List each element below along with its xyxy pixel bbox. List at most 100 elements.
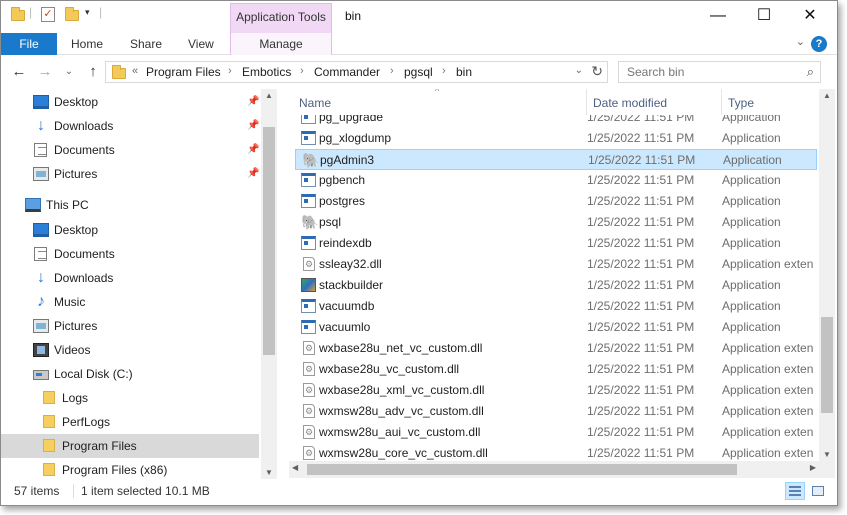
scroll-right-icon[interactable]: ▶ bbox=[810, 463, 816, 472]
file-date-modified: 1/25/2022 11:51 PM bbox=[587, 320, 695, 334]
sidebar-item-logs[interactable]: Logs bbox=[1, 386, 259, 410]
file-row[interactable]: pg_upgrade 1/25/2022 11:51 PM Application bbox=[295, 115, 817, 128]
file-row[interactable]: reindexdb 1/25/2022 11:51 PM Application bbox=[295, 233, 817, 254]
pictures-icon bbox=[33, 167, 49, 181]
column-type-header[interactable]: Type bbox=[728, 96, 754, 110]
file-row[interactable]: 🐘 psql 1/25/2022 11:51 PM Application bbox=[295, 212, 817, 233]
application-icon bbox=[301, 173, 316, 187]
minimize-button[interactable]: — bbox=[695, 1, 741, 31]
sidebar-item-quick-pictures[interactable]: Pictures 📌 bbox=[1, 162, 259, 186]
file-row[interactable]: wxmsw28u_adv_vc_custom.dll 1/25/2022 11:5… bbox=[295, 401, 817, 422]
file-type: Application exten bbox=[722, 341, 814, 355]
breadcrumb-separator-icon[interactable]: › bbox=[228, 65, 232, 77]
tab-share[interactable]: Share bbox=[130, 33, 162, 55]
file-row[interactable]: pg_xlogdump 1/25/2022 11:51 PM Application bbox=[295, 128, 817, 149]
scroll-down-icon[interactable]: ▼ bbox=[819, 450, 835, 459]
sidebar-item-quick-documents[interactable]: Documents 📌 bbox=[1, 138, 259, 162]
sidebar-item-videos[interactable]: Videos bbox=[1, 338, 259, 362]
folder-icon bbox=[43, 463, 55, 476]
title-bar: | ✓ ▾ | Application Tools bin — ☐ ✕ bbox=[1, 1, 837, 33]
file-type: Application bbox=[723, 153, 782, 167]
dll-file-icon bbox=[303, 362, 315, 376]
sidebar-item-music[interactable]: ♪ Music bbox=[1, 290, 259, 314]
sidebar-item-local-disk[interactable]: Local Disk (C:) bbox=[1, 362, 259, 386]
breadcrumb-program-files[interactable]: Program Files bbox=[146, 65, 221, 79]
breadcrumb-separator-icon[interactable]: › bbox=[390, 65, 394, 77]
sidebar-item-documents[interactable]: Documents bbox=[1, 242, 259, 266]
sidebar-item-quick-downloads[interactable]: ↓ Downloads 📌 bbox=[1, 114, 259, 138]
search-input[interactable]: Search bin ⌕ bbox=[618, 61, 821, 83]
column-name-header[interactable]: Name bbox=[299, 96, 331, 110]
scrollbar-thumb[interactable] bbox=[307, 464, 737, 475]
sidebar-item-label: Logs bbox=[62, 391, 89, 405]
sidebar-item-perflogs[interactable]: PerfLogs bbox=[1, 410, 259, 434]
maximize-button[interactable]: ☐ bbox=[741, 1, 787, 31]
column-divider[interactable] bbox=[721, 89, 722, 115]
tab-manage[interactable]: Manage bbox=[230, 33, 332, 55]
breadcrumb-commander[interactable]: Commander bbox=[314, 65, 380, 79]
breadcrumb-separator-icon[interactable]: › bbox=[300, 65, 304, 77]
sidebar-item-program-files-x86[interactable]: Program Files (x86) bbox=[1, 458, 259, 479]
details-view-button[interactable] bbox=[785, 482, 805, 500]
folder-icon[interactable] bbox=[11, 7, 27, 23]
scroll-down-icon[interactable]: ▼ bbox=[261, 468, 277, 477]
back-button[interactable]: ← bbox=[9, 63, 29, 81]
file-name: wxbase28u_vc_custom.dll bbox=[319, 362, 460, 376]
breadcrumb-embotics[interactable]: Embotics bbox=[242, 65, 291, 79]
scroll-up-icon[interactable]: ▲ bbox=[819, 91, 835, 100]
sidebar-item-label: Desktop bbox=[54, 223, 99, 237]
file-row[interactable]: stackbuilder 1/25/2022 11:51 PM Applicatio… bbox=[295, 275, 817, 296]
sidebar-item-downloads[interactable]: ↓ Downloads bbox=[1, 266, 259, 290]
properties-icon[interactable]: ✓ bbox=[41, 7, 55, 22]
file-row[interactable]: postgres 1/25/2022 11:51 PM Application bbox=[295, 191, 817, 212]
dll-file-icon bbox=[303, 257, 315, 271]
sort-ascending-icon: ^ bbox=[435, 89, 440, 96]
horizontal-scrollbar[interactable]: ◀ ▶ bbox=[289, 461, 819, 478]
scroll-up-icon[interactable]: ▲ bbox=[261, 91, 277, 100]
sidebar-item-this-pc[interactable]: This PC bbox=[1, 193, 259, 217]
file-list-scrollbar[interactable]: ▲ ▼ bbox=[819, 89, 835, 461]
close-button[interactable]: ✕ bbox=[787, 1, 833, 31]
large-icons-view-button[interactable] bbox=[808, 482, 828, 500]
up-button[interactable]: ↑ bbox=[83, 63, 103, 81]
breadcrumb-pgsql[interactable]: pgsql bbox=[404, 65, 433, 79]
file-row[interactable]: wxbase28u_vc_custom.dll 1/25/2022 11:51 P… bbox=[295, 359, 817, 380]
sidebar-item-pictures[interactable]: Pictures bbox=[1, 314, 259, 338]
new-folder-icon[interactable] bbox=[65, 7, 81, 23]
scrollbar-thumb[interactable] bbox=[821, 317, 833, 413]
column-date-modified-header[interactable]: Date modified bbox=[593, 96, 667, 110]
tab-home[interactable]: Home bbox=[71, 33, 103, 55]
tab-view[interactable]: View bbox=[188, 33, 214, 55]
tab-file[interactable]: File bbox=[1, 33, 57, 55]
expand-ribbon-chevron-icon[interactable]: ⌄ bbox=[796, 35, 805, 48]
breadcrumb-bin[interactable]: bin bbox=[456, 65, 472, 79]
file-row[interactable]: vacuumlo 1/25/2022 11:51 PM Application bbox=[295, 317, 817, 338]
file-row[interactable]: wxmsw28u_core_vc_custom.dll 1/25/2022 11:… bbox=[295, 443, 817, 461]
file-row[interactable]: 🐘 pgAdmin3 1/25/2022 11:51 PM Application bbox=[295, 149, 817, 170]
file-row[interactable]: ssleay32.dll 1/25/2022 11:51 PM Applicatio… bbox=[295, 254, 817, 275]
file-row[interactable]: pgbench 1/25/2022 11:51 PM Application bbox=[295, 170, 817, 191]
column-divider[interactable] bbox=[586, 89, 587, 115]
address-dropdown-icon[interactable]: ⌄ bbox=[575, 65, 583, 76]
sidebar-item-label: Documents bbox=[54, 143, 115, 157]
file-row[interactable]: vacuumdb 1/25/2022 11:51 PM Application bbox=[295, 296, 817, 317]
forward-button[interactable]: → bbox=[35, 63, 55, 81]
sidebar-item-program-files[interactable]: Program Files bbox=[1, 434, 259, 458]
sidebar-item-desktop[interactable]: Desktop bbox=[1, 218, 259, 242]
scroll-left-icon[interactable]: ◀ bbox=[292, 463, 298, 472]
sidebar-item-quick-desktop[interactable]: Desktop 📌 bbox=[1, 90, 259, 114]
file-row[interactable]: wxbase28u_xml_vc_custom.dll 1/25/2022 11:… bbox=[295, 380, 817, 401]
navigation-pane-scrollbar[interactable]: ▲ ▼ bbox=[261, 89, 277, 479]
sidebar-item-label: Downloads bbox=[54, 271, 114, 285]
address-bar[interactable]: « Program Files › Embotics › Commander ›… bbox=[105, 61, 608, 83]
file-row[interactable]: wxmsw28u_aui_vc_custom.dll 1/25/2022 11:5… bbox=[295, 422, 817, 443]
breadcrumb-overflow-icon[interactable]: « bbox=[132, 65, 138, 77]
search-icon[interactable]: ⌕ bbox=[807, 64, 814, 80]
refresh-icon[interactable]: ↻ bbox=[591, 63, 603, 80]
help-icon[interactable]: ? bbox=[811, 36, 827, 52]
file-name: reindexdb bbox=[319, 236, 372, 250]
recent-locations-button[interactable]: ⌄ bbox=[59, 63, 79, 81]
scrollbar-thumb[interactable] bbox=[263, 127, 275, 355]
breadcrumb-separator-icon[interactable]: › bbox=[442, 65, 446, 77]
file-row[interactable]: wxbase28u_net_vc_custom.dll 1/25/2022 11:… bbox=[295, 338, 817, 359]
